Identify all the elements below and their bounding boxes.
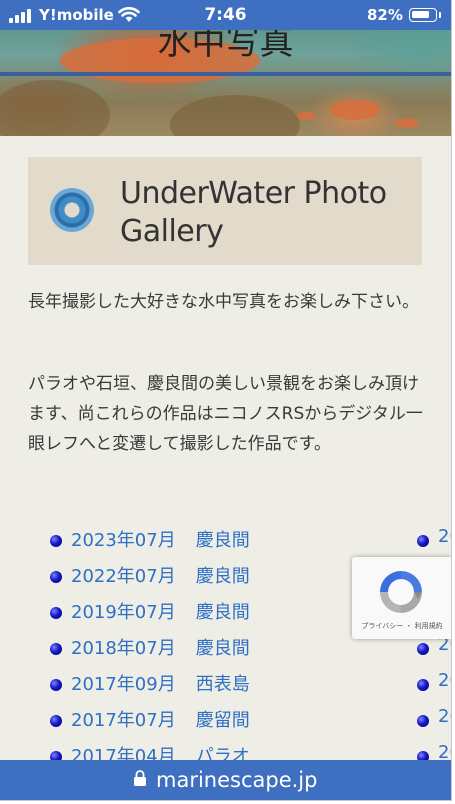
battery-icon [409, 8, 437, 22]
bullet-icon [50, 535, 62, 547]
hero-stripe [0, 72, 451, 76]
url-text[interactable]: marinescape.jp [156, 768, 317, 792]
url-bar[interactable]: marinescape.jp [0, 760, 451, 800]
list-item: 2017年07月 慶留間 [50, 703, 410, 739]
gallery-link[interactable]: 20 [438, 670, 451, 691]
gallery-link[interactable]: 20 [438, 706, 451, 727]
coral-shape [170, 95, 300, 136]
bullet-icon [417, 715, 429, 727]
link-date: 2023年07月 [71, 530, 176, 551]
list-item: 20 [417, 523, 451, 559]
link-place: 慶良間 [195, 530, 250, 551]
gallery-link[interactable]: 2018年07月 慶良間 [71, 634, 250, 660]
link-place: 西表島 [195, 674, 250, 695]
gallery-heading-title: UnderWater Photo Gallery [120, 176, 387, 249]
bullet-icon [417, 643, 429, 655]
battery-percentage: 82% [367, 6, 403, 24]
gallery-link[interactable]: 2017年09月 西表島 [71, 670, 250, 696]
browser-frame: 水中写真 Y!mobile 7:46 82% UnderWater Photo … [0, 0, 452, 801]
link-date: 2018年07月 [71, 638, 176, 659]
link-place: 慶留間 [195, 710, 250, 731]
gallery-link[interactable]: 2022年07月 慶良間 [71, 562, 250, 588]
fish-shape [330, 100, 380, 120]
hero-title: 水中写真 [157, 23, 294, 63]
bullet-icon [50, 679, 62, 691]
gallery-link[interactable]: 2017年07月 慶留間 [71, 706, 250, 732]
link-place: 慶良間 [195, 602, 250, 623]
bullet-icon [50, 571, 62, 583]
ring-icon [50, 188, 94, 232]
link-place: 慶良間 [195, 638, 250, 659]
fish-shape [395, 118, 419, 128]
bullet-icon [50, 607, 62, 619]
gallery-link[interactable]: 20 [438, 526, 451, 547]
intro-paragraph: パラオや石垣、慶良間の美しい景観をお楽しみ頂けます、尚これらの作品はニコノスRS… [28, 374, 423, 454]
link-place: 慶良間 [195, 566, 250, 587]
bullet-icon [50, 715, 62, 727]
link-date: 2017年09月 [71, 674, 176, 695]
recaptcha-badge[interactable]: プライバシー ・ 利用規約 [352, 557, 451, 639]
recaptcha-icon [380, 571, 422, 613]
lock-icon [134, 770, 146, 786]
recaptcha-caption[interactable]: プライバシー ・ 利用規約 [352, 621, 451, 631]
bullet-icon [50, 643, 62, 655]
gallery-link[interactable]: 2023年07月 慶良間 [71, 526, 250, 552]
link-date: 2019年07月 [71, 602, 176, 623]
list-item: 2023年07月 慶良間 [50, 523, 410, 559]
status-bar: Y!mobile 7:46 82% [0, 0, 451, 30]
list-item: 2017年09月 西表島 [50, 667, 410, 703]
list-item: 20 [417, 703, 451, 739]
link-date: 2017年07月 [71, 710, 176, 731]
gallery-link[interactable]: 2019年07月 慶良間 [71, 598, 250, 624]
bullet-icon [417, 679, 429, 691]
gallery-heading: UnderWater Photo Gallery [28, 157, 422, 265]
intro-paragraph: 長年撮影した大好きな水中写真をお楽しみ下さい。 [28, 292, 419, 312]
list-item: 20 [417, 667, 451, 703]
battery-tip [439, 12, 441, 18]
bullet-icon [417, 535, 429, 547]
link-date: 2022年07月 [71, 566, 176, 587]
coral-shape [0, 80, 110, 136]
